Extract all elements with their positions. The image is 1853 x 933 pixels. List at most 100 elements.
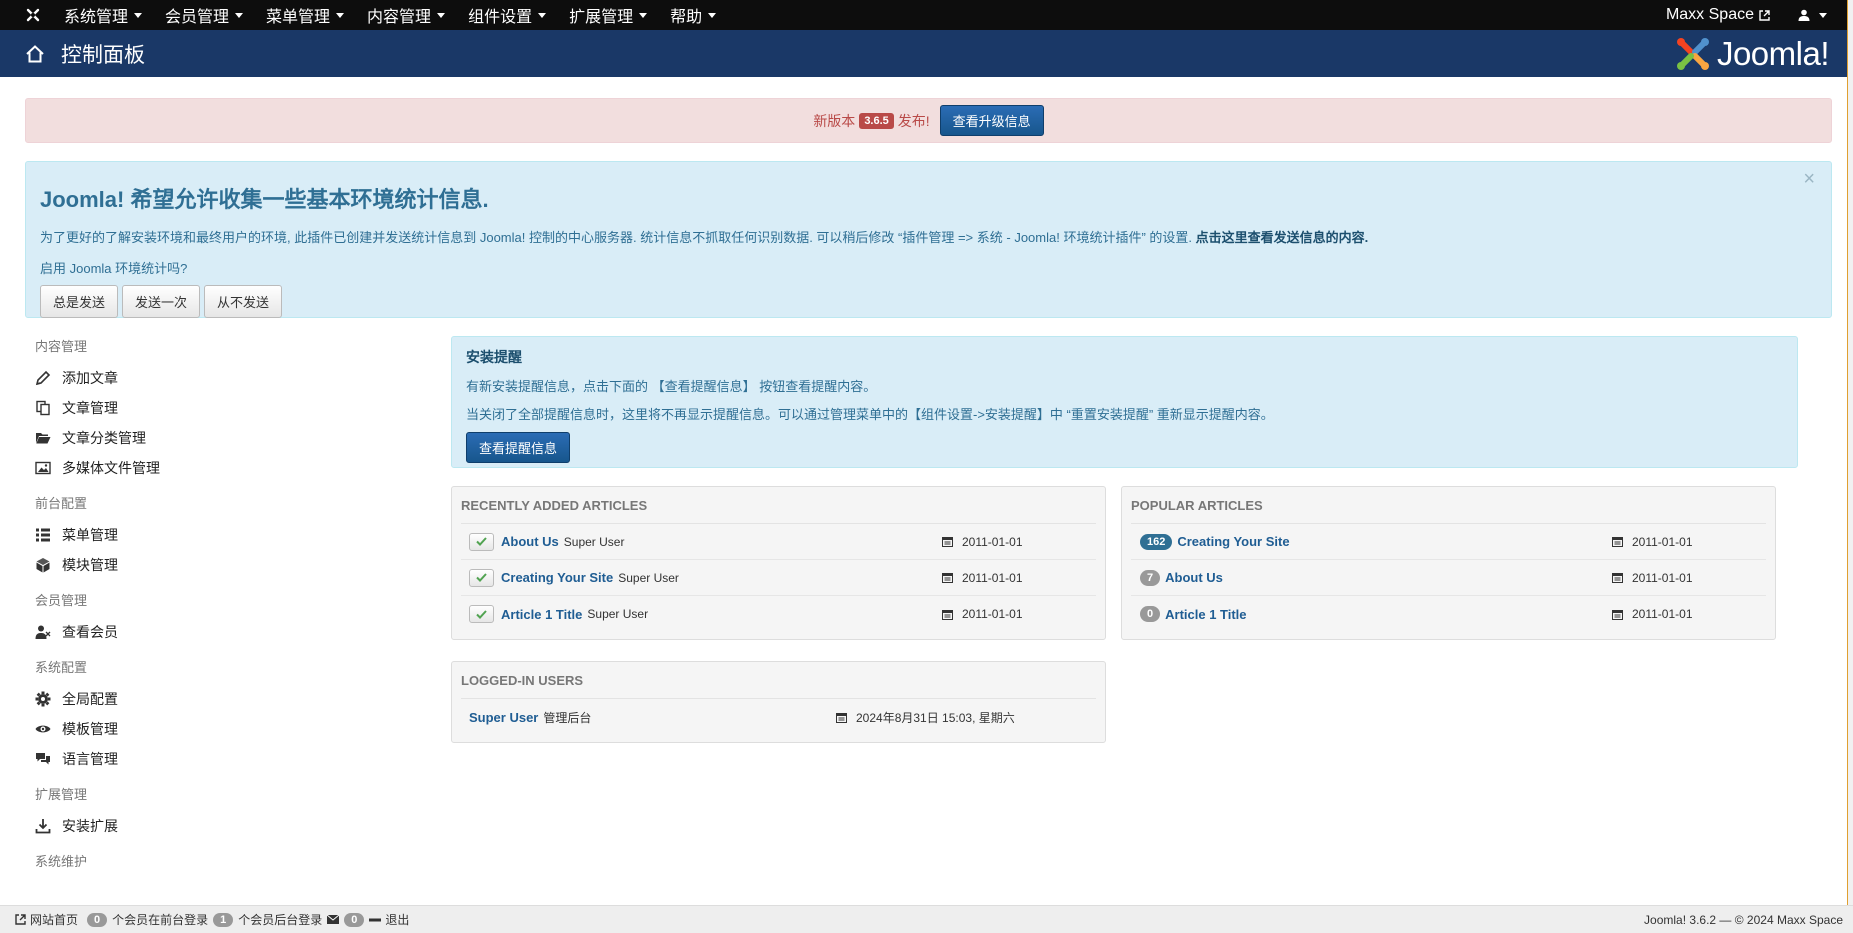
date-text: 2011-01-01 xyxy=(1632,607,1693,621)
sidebar-item-languages[interactable]: 语言管理 xyxy=(35,744,415,774)
message-count-badge[interactable]: 0 xyxy=(344,912,365,927)
site-name: Maxx Space xyxy=(1665,6,1754,23)
date-text: 2011-01-01 xyxy=(962,534,1023,549)
menu-users[interactable]: 会员管理 xyxy=(165,3,254,27)
panel-title: RECENTLY ADDED ARTICLES xyxy=(461,487,1096,524)
menu-label: 系统管理 xyxy=(64,9,129,26)
login-time: 2024年8月31日 15:03, 星期六 xyxy=(836,709,1015,726)
sidebar-item-global-config[interactable]: 全局配置 xyxy=(35,684,415,714)
view-reminder-button[interactable]: 查看提醒信息 xyxy=(466,432,571,463)
menu-content[interactable]: 内容管理 xyxy=(367,3,456,27)
menu-menus[interactable]: 菜单管理 xyxy=(266,3,355,27)
close-icon[interactable]: × xyxy=(1803,168,1815,191)
user-location: 管理后台 xyxy=(543,710,592,725)
article-date: 2011-01-01 xyxy=(1612,535,1693,549)
menu-system[interactable]: 系统管理 xyxy=(64,3,153,27)
calendar-icon xyxy=(836,712,847,723)
panel-title: POPULAR ARTICLES xyxy=(1131,487,1766,524)
always-send-button[interactable]: 总是发送 xyxy=(40,285,119,318)
status-footer: 网站首页 0 个会员在前台登录 1 个会员后台登录 0 退出 Joomla! 3… xyxy=(0,905,1853,933)
minus-icon xyxy=(369,918,382,921)
article-link[interactable]: About Us xyxy=(1165,570,1223,585)
external-link-icon xyxy=(1759,9,1770,21)
image-icon xyxy=(35,461,51,475)
stats-alert: × Joomla! 希望允许收集一些基本环境统计信息. 为了更好的了解安装环境和… xyxy=(25,161,1832,318)
user-link[interactable]: Super User xyxy=(469,710,538,725)
sidebar-item-menus[interactable]: 菜单管理 xyxy=(35,520,415,550)
date-text: 2011-01-01 xyxy=(962,607,1023,621)
calendar-icon xyxy=(1612,573,1623,583)
article-link[interactable]: Article 1 Title xyxy=(501,607,582,622)
site-link[interactable]: Maxx Space xyxy=(1666,6,1770,24)
sidebar-item-articles[interactable]: 文章管理 xyxy=(35,393,415,423)
stats-details-link[interactable]: 点击这里查看发送信息的内容. xyxy=(1196,230,1369,245)
sidebar-item-label: 全局配置 xyxy=(62,691,118,707)
sidebar-item-add-article[interactable]: 添加文章 xyxy=(35,363,415,393)
menu-help[interactable]: 帮助 xyxy=(670,3,727,27)
sidebar-heading: 扩展管理 xyxy=(35,787,88,802)
update-suffix: 发布! xyxy=(897,112,930,129)
sidebar-item-label: 菜单管理 xyxy=(62,527,118,543)
sidebar-item-categories[interactable]: 文章分类管理 xyxy=(35,423,415,453)
logout-label: 退出 xyxy=(385,913,410,927)
footer-version: Joomla! 3.6.2 — © 2024 Maxx Space xyxy=(1644,912,1843,927)
hits-badge: 7 xyxy=(1140,569,1161,586)
sidebar-heading: 内容管理 xyxy=(35,339,88,354)
caret-down-icon xyxy=(538,12,547,18)
view-update-button[interactable]: 查看升级信息 xyxy=(939,105,1044,136)
logout-link[interactable]: 退出 xyxy=(369,911,409,928)
page-header: 控制面板 Joomla! xyxy=(0,30,1853,77)
article-link[interactable]: Creating Your Site xyxy=(1177,534,1289,549)
sidebar-item-templates[interactable]: 模板管理 xyxy=(35,714,415,744)
joomla-logo-icon[interactable] xyxy=(16,0,50,30)
site-home-link[interactable]: 网站首页 xyxy=(15,911,78,928)
table-row: 7 About Us 2011-01-01 xyxy=(1131,560,1766,596)
published-check-icon[interactable] xyxy=(469,532,494,551)
article-link[interactable]: Creating Your Site xyxy=(501,570,613,585)
sidebar-item-label: 模块管理 xyxy=(62,557,118,573)
home-icon xyxy=(26,44,44,62)
sidebar-item-media[interactable]: 多媒体文件管理 xyxy=(35,453,415,483)
article-link[interactable]: About Us xyxy=(501,534,559,549)
cube-icon xyxy=(36,558,50,573)
never-send-button[interactable]: 从不发送 xyxy=(204,285,283,318)
page-scrollbar[interactable] xyxy=(1847,0,1853,905)
frontend-label: 个会员在前台登录 xyxy=(112,913,209,927)
table-row: 162 Creating Your Site 2011-01-01 xyxy=(1131,524,1766,560)
table-row: Article 1 Title Super User 2011-01-01 xyxy=(461,596,1096,632)
install-line-2: 当关闭了全部提醒信息时，这里将不再显示提醒信息。可以通过管理菜单中的【组件设置-… xyxy=(466,407,1274,422)
article-author: Super User xyxy=(563,534,625,549)
backend-count-badge: 1 xyxy=(213,912,234,927)
caret-down-icon xyxy=(235,12,244,18)
article-link[interactable]: Article 1 Title xyxy=(1165,607,1246,622)
sidebar-item-label: 添加文章 xyxy=(62,370,118,386)
sidebar-item-modules[interactable]: 模块管理 xyxy=(35,550,415,580)
caret-down-icon xyxy=(708,12,717,18)
menu-label: 会员管理 xyxy=(165,9,230,26)
popular-articles-panel: POPULAR ARTICLES 162 Creating Your Site … xyxy=(1121,486,1776,640)
user-menu[interactable] xyxy=(1798,9,1827,21)
sidebar-item-view-users[interactable]: 查看会员 xyxy=(35,617,415,647)
sidebar-item-label: 语言管理 xyxy=(62,751,118,767)
sidebar-item-install-extensions[interactable]: 安装扩展 xyxy=(35,811,415,841)
download-icon xyxy=(35,819,51,834)
table-row: Creating Your Site Super User 2011-01-01 xyxy=(461,560,1096,596)
envelope-icon xyxy=(327,915,340,924)
menu-label: 帮助 xyxy=(670,9,703,26)
copy-icon xyxy=(36,400,50,416)
install-title: 安装提醒 xyxy=(466,349,522,365)
sidebar: 内容管理 添加文章 文章管理 文章分类管理 多媒体文件管理 前台配置 菜单管理 … xyxy=(35,336,415,880)
menu-extensions[interactable]: 扩展管理 xyxy=(569,3,658,27)
date-text: 2011-01-01 xyxy=(1632,570,1693,585)
sidebar-heading: 会员管理 xyxy=(35,593,88,608)
published-check-icon[interactable] xyxy=(469,568,494,587)
published-check-icon[interactable] xyxy=(469,605,494,623)
send-once-button[interactable]: 发送一次 xyxy=(122,285,201,318)
calendar-icon xyxy=(1612,609,1623,620)
calendar-icon xyxy=(942,573,953,583)
menu-components[interactable]: 组件设置 xyxy=(468,3,557,27)
joomla-brand: Joomla! xyxy=(1675,35,1830,73)
joomla-brand-icon xyxy=(1676,38,1709,70)
gear-icon xyxy=(35,691,51,707)
caret-down-icon xyxy=(134,12,143,18)
